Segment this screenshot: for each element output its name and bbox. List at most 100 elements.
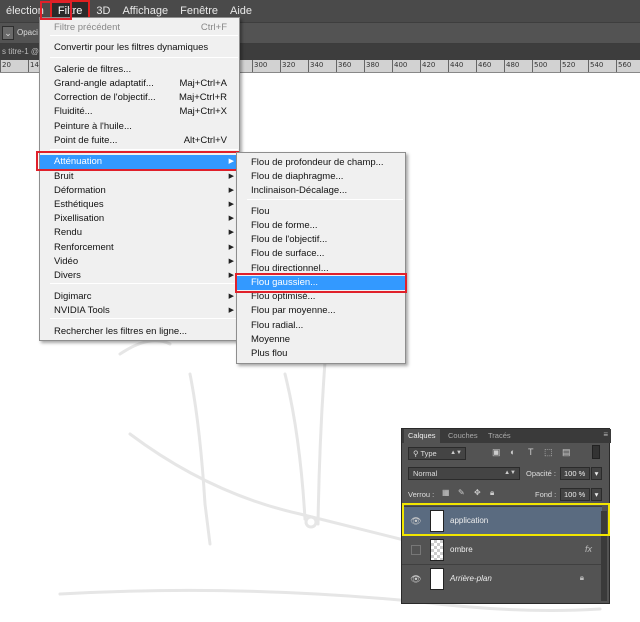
menu-item-label: Moyenne — [251, 334, 291, 345]
filter-toggle-switch[interactable] — [592, 445, 600, 459]
lock-pixels-icon[interactable]: ✎ — [458, 488, 465, 497]
filter-menu-item[interactable]: Convertir pour les filtres dynamiques — [40, 41, 239, 55]
filter-menu-item[interactable]: Galerie de filtres... — [40, 63, 239, 77]
menu-item-label: NVIDIA Tools — [54, 305, 110, 316]
filter-smart-object-icon[interactable]: ▤ — [562, 447, 571, 458]
filter-menu-item[interactable]: Divers ▶ — [40, 269, 239, 283]
fx-icon[interactable]: fx — [585, 544, 592, 554]
opacity-input[interactable]: 100 % — [560, 467, 590, 480]
tab-traces[interactable]: Tracés — [488, 431, 511, 440]
layers-panel: Calques Couches Tracés ≡ ⚲ Type ▲▼ ▣ ◐ T … — [401, 428, 611, 604]
filter-menu-item[interactable]: Bruit ▶ — [40, 170, 239, 184]
menu-item-label: Flou de diaphragme... — [251, 171, 344, 182]
layer-name: ombre — [450, 545, 473, 554]
filter-adjustment-icon[interactable]: ◐ — [510, 447, 515, 457]
menu-item-label: Rechercher les filtres en ligne... — [54, 326, 188, 337]
menu-item-label: Digimarc — [54, 291, 92, 302]
filter-menu-item[interactable]: Atténuation ▶ — [40, 155, 239, 169]
document-tab[interactable]: s titre-1 @ — [0, 44, 39, 60]
menu-item-label: Vidéo — [54, 256, 79, 267]
blur-menu-item[interactable]: Inclinaison-Décalage... — [237, 184, 405, 198]
blur-menu-item[interactable]: Flou radial... — [237, 319, 405, 333]
layer-row-ombre[interactable]: ombre fx — [402, 535, 602, 564]
blur-menu-item[interactable]: Moyenne — [237, 333, 405, 347]
menu-item-label: Flou — [251, 206, 270, 217]
tab-couches[interactable]: Couches — [448, 431, 478, 440]
visibility-off-box[interactable] — [410, 544, 422, 556]
filter-menu-item[interactable]: Peinture à l'huile... — [40, 120, 239, 134]
filter-menu-item[interactable]: NVIDIA Tools ▶ — [40, 304, 239, 318]
blur-menu-item[interactable]: Plus flou — [237, 347, 405, 361]
menu-item-shortcut: Alt+Ctrl+V — [183, 135, 227, 146]
filter-menu-item[interactable]: Rechercher les filtres en ligne... — [40, 325, 239, 339]
menu-item-label: Déformation — [54, 185, 106, 196]
eye-icon[interactable]: 👁︎ — [410, 573, 422, 585]
filter-menu-item[interactable]: Renforcement ▶ — [40, 241, 239, 255]
opacity-label: Opacité : — [526, 469, 557, 478]
lock-all-icon[interactable]: 🔒︎ — [490, 488, 494, 498]
filter-menu-item[interactable]: Grand-angle adaptatif... Maj+Ctrl+A — [40, 77, 239, 91]
lock-icon: 🔒︎ — [579, 573, 584, 582]
menu-item-label: Plus flou — [251, 348, 288, 359]
menu-item-label: Filtre précédent — [54, 22, 121, 33]
panel-menu-icon[interactable]: ≡ — [603, 430, 608, 439]
filter-pixel-icon[interactable]: ▣ — [492, 447, 501, 458]
menu-item-label: Esthétiques — [54, 199, 104, 210]
filter-menu-item[interactable]: Correction de l'objectif... Maj+Ctrl+R — [40, 91, 239, 105]
filter-menu: Filtre précédent Ctrl+F Convertir pour les… — [36, 17, 240, 341]
layer-row-application[interactable]: 👁︎ application — [402, 506, 602, 535]
submenu-arrow-icon: ▶ — [228, 293, 234, 300]
blur-menu-item[interactable]: Flou de l'objectif... — [237, 233, 405, 247]
blur-menu-item[interactable]: Flou de surface... — [237, 247, 405, 261]
menu-item-label: Flou par moyenne... — [251, 305, 336, 316]
tab-calques[interactable]: Calques — [404, 429, 440, 443]
blur-menu-item[interactable]: Flou directionnel... — [237, 262, 405, 276]
ruler-label: 520 — [562, 61, 576, 69]
filter-menu-item[interactable]: Déformation ▶ — [40, 184, 239, 198]
blur-menu-item[interactable]: Flou par moyenne... — [237, 304, 405, 318]
filter-type-icon[interactable]: T — [528, 447, 534, 457]
fill-dropdown-button[interactable]: ▾ — [591, 488, 602, 501]
layers-panel-tabs: Calques Couches Tracés ≡ — [402, 429, 611, 443]
fill-label: Fond : — [535, 490, 557, 499]
layer-thumbnail — [430, 510, 444, 532]
filter-menu-item[interactable]: Rendu ▶ — [40, 226, 239, 240]
filter-menu-item[interactable]: Digimarc ▶ — [40, 290, 239, 304]
filter-menu-item[interactable]: Pixellisation ▶ — [40, 212, 239, 226]
tool-preset-picker[interactable]: ⌄ — [2, 26, 14, 40]
menu-item-label: Divers — [54, 270, 81, 281]
lock-position-icon[interactable]: ✥ — [474, 488, 481, 497]
filter-shape-icon[interactable]: ⬚ — [544, 447, 553, 458]
blend-mode-select[interactable]: Normal ▲▼ — [408, 467, 520, 480]
submenu-arrow-icon: ▶ — [228, 229, 234, 236]
ruler-label: 420 — [422, 61, 436, 69]
lock-transparency-icon[interactable]: ▦ — [442, 488, 450, 497]
layer-row-arriere-plan[interactable]: 👁︎ Arrière-plan 🔒︎ — [402, 564, 602, 593]
submenu-arrow-icon: ▶ — [228, 307, 234, 314]
layer-kind-filter[interactable]: ⚲ Type ▲▼ — [408, 447, 466, 460]
menu-separator — [247, 199, 403, 200]
blur-submenu: Flou de profondeur de champ... Flou de di… — [235, 152, 407, 364]
filter-menu-item[interactable]: Vidéo ▶ — [40, 255, 239, 269]
fill-input[interactable]: 100 % — [560, 488, 590, 501]
blur-menu-item[interactable]: Flou de diaphragme... — [237, 170, 405, 184]
menu-item-label: Grand-angle adaptatif... — [54, 78, 154, 89]
blur-menu-item[interactable]: Flou gaussien... — [237, 276, 405, 290]
filter-menu-item[interactable]: Point de fuite... Alt+Ctrl+V — [40, 134, 239, 148]
ruler-label: 320 — [282, 61, 296, 69]
filter-menu-item[interactable]: Esthétiques ▶ — [40, 198, 239, 212]
blend-mode-value: Normal — [413, 469, 438, 478]
blur-menu-item[interactable]: Flou de forme... — [237, 219, 405, 233]
layers-scrollbar[interactable] — [601, 511, 607, 601]
blur-menu-item[interactable]: Flou — [237, 205, 405, 219]
layer-name: application — [450, 516, 489, 525]
eye-icon[interactable]: 👁︎ — [410, 515, 422, 527]
submenu-arrow-icon: ▶ — [228, 201, 234, 208]
opacity-dropdown-button[interactable]: ▾ — [591, 467, 602, 480]
blur-menu-item[interactable]: Flou optimisé... — [237, 290, 405, 304]
menu-item-label: Flou de l'objectif... — [251, 234, 328, 245]
filter-menu-item[interactable]: Fluidité... Maj+Ctrl+X — [40, 105, 239, 119]
blur-menu-item[interactable]: Flou de profondeur de champ... — [237, 156, 405, 170]
menu-item-shortcut: Ctrl+F — [200, 22, 227, 33]
filter-menu-item[interactable]: Filtre précédent Ctrl+F — [40, 21, 239, 35]
